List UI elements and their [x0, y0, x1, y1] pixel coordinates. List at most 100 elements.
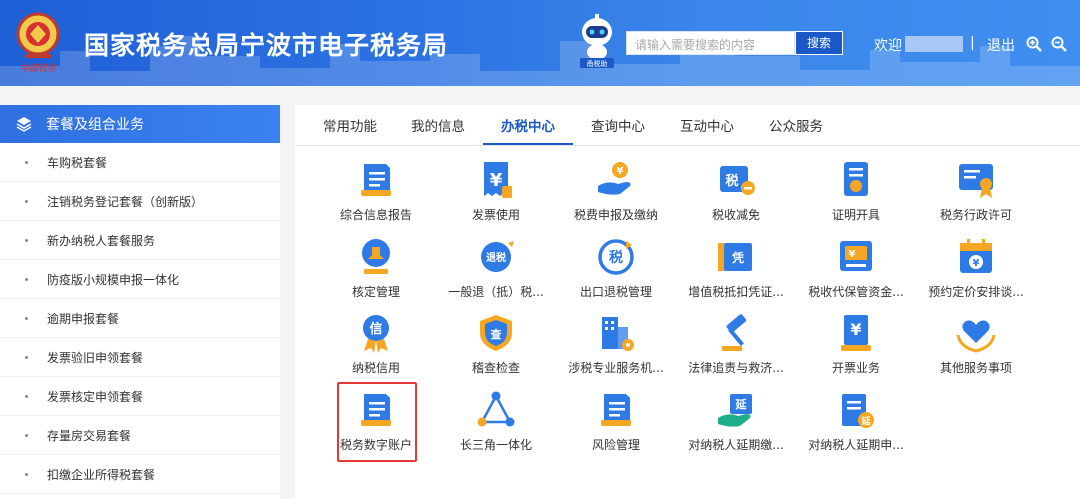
func-invoicing[interactable]: ¥ 开票业务 [796, 313, 916, 379]
emblem-caption: 中国税务 [20, 63, 57, 74]
refund-glyph: 退税 [486, 251, 506, 264]
sidebar-item-label: 注销税务登记套餐（创新版） [47, 194, 204, 209]
func-verification[interactable]: 核定管理 [316, 237, 436, 303]
document-icon [601, 394, 631, 426]
triangle-network-icon [477, 391, 515, 427]
tab-interaction-center[interactable]: 互动中心 [668, 105, 746, 145]
tab-public-services[interactable]: 公众服务 [757, 105, 835, 145]
tab-bar: 常用功能 我的信息 办税中心 查询中心 互动中心 公众服务 [295, 105, 1080, 146]
sidebar-item-label: 发票验旧申领套餐 [47, 350, 144, 365]
search-input[interactable]: 请输入需要搜索的内容 [626, 31, 795, 55]
func-pricing-arrangement[interactable]: ¥ 预约定价安排谈... [916, 237, 1036, 303]
sidebar-item[interactable]: 发票验旧申领套餐 [0, 338, 280, 377]
voucher-glyph: 凭 [731, 250, 744, 265]
header: 中国税务 国家税务总局宁波市电子税务局 甬税助 请输入需要搜索的内容 搜索 欢迎… [0, 0, 1080, 86]
tab-common[interactable]: 常用功能 [311, 105, 389, 145]
layers-icon [16, 117, 32, 132]
func-general-refund[interactable]: 退税 一般退（抵）税... [436, 237, 556, 303]
func-vat-voucher[interactable]: 凭 增值税抵扣凭证... [676, 237, 796, 303]
func-tax-reduction[interactable]: 税 税收减免 [676, 160, 796, 226]
func-label: 出口退税管理 [579, 285, 652, 299]
func-label: 发票使用 [471, 208, 520, 222]
func-label: 纳税信用 [351, 361, 400, 375]
func-professional-service[interactable]: 涉税专业服务机... [556, 313, 676, 379]
func-digital-account[interactable]: 税务数字账户 [316, 390, 436, 456]
func-invoice-use[interactable]: ¥ 发票使用 [436, 160, 556, 226]
sidebar-item[interactable]: 注销税务登记套餐（创新版） [0, 182, 280, 221]
sidebar-item-label: 逾期申报套餐 [47, 311, 120, 326]
func-risk-management[interactable]: 风险管理 [556, 390, 676, 456]
func-label: 开票业务 [831, 361, 880, 375]
delay-glyph: 延 [860, 415, 871, 427]
sidebar: 套餐及组合业务 车购税套餐 注销税务登记套餐（创新版） 新办纳税人套餐服务 防疫… [0, 105, 280, 499]
func-label: 对纳税人延期申... [808, 438, 904, 452]
func-label: 税收代保管资金... [808, 285, 904, 299]
func-label: 税务数字账户 [339, 438, 412, 452]
func-delayed-filing[interactable]: 延 对纳税人延期申... [796, 390, 916, 456]
func-certificate-issue[interactable]: 证明开具 [796, 160, 916, 226]
func-label: 预约定价安排谈... [928, 285, 1024, 299]
func-inspection[interactable]: 查 稽查检查 [436, 313, 556, 379]
tab-tax-center[interactable]: 办税中心 [483, 105, 573, 145]
func-info-report[interactable]: 综合信息报告 [316, 160, 436, 226]
zoom-in-icon[interactable] [1026, 36, 1042, 52]
func-export-refund[interactable]: 税 出口退税管理 [556, 237, 676, 303]
logout-link[interactable]: 退出 [987, 35, 1015, 55]
bullet [25, 277, 28, 281]
sidebar-item-label: 存量房交易套餐 [47, 428, 132, 443]
func-admin-license[interactable]: 税务行政许可 [916, 160, 1036, 226]
func-tax-credit[interactable]: 信 纳税信用 [316, 313, 436, 379]
export-refund-icon: 税 [598, 239, 634, 275]
func-delayed-payment[interactable]: 延 对纳税人延期缴... [676, 390, 796, 456]
robot-assistant-icon[interactable]: 甬税助 [576, 12, 618, 68]
inspect-glyph: 查 [491, 327, 502, 341]
shield-inspect-icon: 查 [480, 315, 512, 351]
bullet [25, 160, 28, 164]
sidebar-item[interactable]: 逾期申报套餐 [0, 299, 280, 338]
welcome-text: 欢迎 [874, 38, 902, 54]
func-label: 法律追责与救济... [688, 361, 784, 375]
sidebar-item[interactable]: 新办纳税人套餐服务 [0, 221, 280, 260]
refund-icon: 退税 [481, 241, 514, 272]
func-yangtze-delta[interactable]: 长三角一体化 [436, 390, 556, 456]
yuan-glyph: ¥ [849, 249, 856, 260]
func-label: 一般退（抵）税... [448, 285, 544, 299]
robot-caption: 甬税助 [587, 59, 608, 68]
sidebar-item[interactable]: 防疫版小规模申报一体化 [0, 260, 280, 299]
func-fund-custody[interactable]: ¥ 税收代保管资金... [796, 237, 916, 303]
tab-my-info[interactable]: 我的信息 [399, 105, 477, 145]
sidebar-item[interactable]: 发票核定申领套餐 [0, 377, 280, 416]
delay-glyph: 延 [735, 397, 748, 411]
func-label: 增值税抵扣凭证... [688, 285, 784, 299]
safe-box-icon: ¥ [840, 241, 872, 271]
func-label: 税收减免 [711, 208, 760, 222]
bullet [25, 355, 28, 359]
building-gear-icon [602, 317, 634, 351]
sidebar-header[interactable]: 套餐及组合业务 [0, 105, 280, 143]
document-icon [361, 164, 391, 196]
sidebar-item[interactable]: 扣缴企业所得税套餐 [0, 455, 280, 494]
yuan-glyph: ¥ [617, 166, 624, 177]
func-label: 综合信息报告 [339, 208, 412, 222]
delay-payment-icon: 延 [718, 394, 752, 427]
func-other-services[interactable]: 其他服务事项 [916, 313, 1036, 379]
search-button[interactable]: 搜索 [795, 31, 843, 55]
tab-query-center[interactable]: 查询中心 [579, 105, 657, 145]
voucher-icon: 凭 [718, 243, 752, 271]
bullet [25, 238, 28, 242]
func-label: 稽查检查 [471, 361, 520, 375]
sidebar-title: 套餐及组合业务 [46, 117, 144, 133]
zoom-out-icon[interactable] [1051, 36, 1067, 52]
sidebar-item[interactable]: 存量房交易套餐 [0, 416, 280, 455]
func-legal-remedy[interactable]: 法律追责与救济... [676, 313, 796, 379]
func-tax-filing-payment[interactable]: ¥ 税费申报及缴纳 [556, 160, 676, 226]
document-icon [361, 394, 391, 426]
calendar-yuan-icon: ¥ [960, 239, 992, 273]
sidebar-item-label: 新办纳税人套餐服务 [47, 233, 156, 248]
tax-minus-icon: 税 [720, 166, 755, 195]
delay-filing-icon: 延 [842, 394, 874, 428]
sidebar-item[interactable]: 车购税套餐 [0, 143, 280, 182]
gavel-icon [722, 314, 747, 351]
hand-coin-icon: ¥ [598, 162, 631, 195]
tax-glyph: 税 [725, 173, 738, 189]
